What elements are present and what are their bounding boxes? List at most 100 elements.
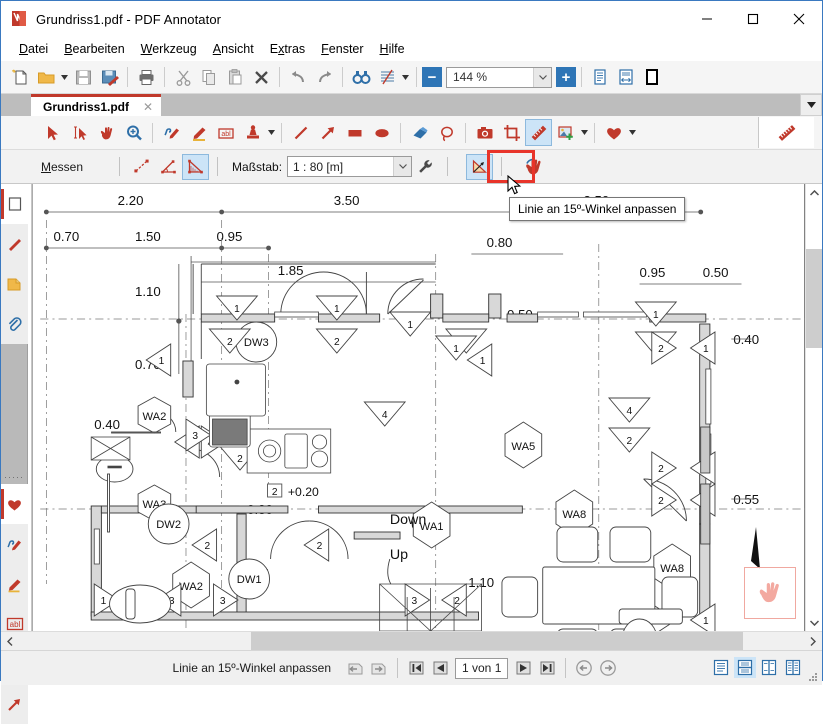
insert-image-button[interactable] [552,119,579,146]
floor-plan-drawing[interactable]: 2.20 3.50 3.50 0.70 1.50 0.95 [28,184,822,631]
save-as-button[interactable] [96,64,122,90]
measure-ruler-panel-icon[interactable] [758,117,814,148]
prev-page-button[interactable] [428,657,452,679]
scroll-up-button[interactable] [806,184,822,201]
redo-button[interactable] [311,64,337,90]
sidebar-item-highlighter[interactable] [1,564,28,604]
undo-button[interactable] [285,64,311,90]
horizontal-scroll-track[interactable] [19,632,804,650]
tab-overflow-caret-icon[interactable] [800,94,822,116]
scroll-down-button[interactable] [806,614,822,631]
menu-item-ansicht[interactable]: Ansicht [205,40,262,58]
stamp-dropdown-caret-icon[interactable] [266,119,276,146]
forward-circle-button[interactable] [596,657,620,679]
prev-view-button[interactable] [343,657,367,679]
view-mode-facing-continuous[interactable] [782,657,804,678]
horizontal-scroll-thumb[interactable] [251,632,743,650]
rectangle-button[interactable] [341,119,368,146]
open-folder-button[interactable] [33,64,59,90]
scroll-left-button[interactable] [1,632,19,650]
menu-item-extras[interactable]: Extras [262,40,313,58]
measure-area-button[interactable] [182,153,210,180]
measure-ruler-button[interactable] [525,119,552,146]
menu-item-datei[interactable]: Datei [11,40,56,58]
view-mode-facing[interactable] [758,657,780,678]
single-page-view-button[interactable] [587,64,613,90]
paste-button[interactable] [222,64,248,90]
sidebar-item-pages[interactable] [1,184,28,224]
document-viewer[interactable]: 2.20 3.50 3.50 0.70 1.50 0.95 [28,184,822,631]
text-box-button[interactable]: abl [212,119,239,146]
sidebar-item-bookmarks[interactable] [1,224,28,264]
angle-snap-15-button[interactable] [466,153,494,180]
select-pointer-button[interactable] [39,119,66,146]
cut-button[interactable] [170,64,196,90]
vertical-scroll-thumb[interactable] [806,249,822,348]
pan-hand-overlay[interactable] [744,567,796,619]
close-button[interactable] [776,1,822,37]
vertical-scroll-track[interactable] [806,201,822,614]
line-button[interactable] [287,119,314,146]
highlighter-button[interactable] [185,119,212,146]
page-number-input[interactable]: 1 von 1 [455,657,509,679]
horizontal-scrollbar[interactable] [1,631,822,650]
menu-item-hilfe[interactable]: Hilfe [372,40,413,58]
delete-button[interactable] [248,64,274,90]
find-button[interactable] [348,64,374,90]
insert-image-caret-icon[interactable] [579,119,589,146]
next-view-button[interactable] [367,657,391,679]
eraser-button[interactable] [406,119,433,146]
view-mode-continuous[interactable] [734,657,756,678]
print-button[interactable] [133,64,159,90]
ocr-button[interactable] [374,64,400,90]
scale-select[interactable]: 1 : 80 [m] [287,156,413,177]
save-button[interactable] [70,64,96,90]
menu-item-bearbeiten[interactable]: Bearbeiten [56,40,132,58]
zoom-dropdown-caret-icon[interactable] [533,67,551,87]
zoom-magnifier-button[interactable] [120,119,147,146]
zoom-out-button[interactable]: − [422,67,442,87]
full-screen-view-button[interactable] [639,64,665,90]
resize-grip[interactable] [807,671,819,683]
sidebar-item-attachments[interactable] [1,304,28,344]
ellipse-button[interactable] [368,119,395,146]
copy-button[interactable] [196,64,222,90]
sidebar-item-arrow[interactable] [1,684,28,724]
next-page-button[interactable] [511,657,535,679]
minimize-button[interactable] [684,1,730,37]
menu-item-fenster[interactable]: Fenster [313,40,371,58]
sidebar-item-favorites[interactable] [1,484,28,524]
stamp-button[interactable] [239,119,266,146]
arrow-button[interactable] [314,119,341,146]
camera-snapshot-button[interactable] [471,119,498,146]
document-tab-grundriss1[interactable]: Grundriss1.pdf ✕ [31,94,162,116]
favorites-caret-icon[interactable] [627,119,637,146]
text-select-button[interactable] [66,119,93,146]
view-mode-single[interactable] [710,657,732,678]
measure-angle-button[interactable] [155,154,182,180]
new-document-button[interactable] [7,64,33,90]
menu-item-werkzeug[interactable]: Werkzeug [133,40,205,58]
measure-distance-button[interactable] [128,154,155,180]
open-dropdown-caret-icon[interactable] [59,64,70,90]
first-page-button[interactable] [404,657,428,679]
pan-hand-button[interactable] [93,119,120,146]
sidebar-item-documents[interactable] [1,264,28,304]
maximize-button[interactable] [730,1,776,37]
back-circle-button[interactable] [572,657,596,679]
scale-dropdown-caret-icon[interactable] [393,157,412,176]
last-page-button[interactable] [535,657,559,679]
close-tab-icon[interactable]: ✕ [143,100,153,114]
sidebar-splitter[interactable]: ····· [1,470,27,484]
ocr-dropdown-caret-icon[interactable] [400,64,411,90]
pen-button[interactable] [158,119,185,146]
zoom-in-button[interactable]: + [556,67,576,87]
fit-width-view-button[interactable] [613,64,639,90]
crop-button[interactable] [498,119,525,146]
zoom-level-input[interactable]: 144 % [446,66,552,88]
measure-pan-hand-button[interactable] [520,154,547,180]
favorites-heart-button[interactable] [600,119,627,146]
lasso-button[interactable] [433,119,460,146]
vertical-scrollbar[interactable] [805,184,822,631]
measure-settings-button[interactable] [412,154,439,180]
